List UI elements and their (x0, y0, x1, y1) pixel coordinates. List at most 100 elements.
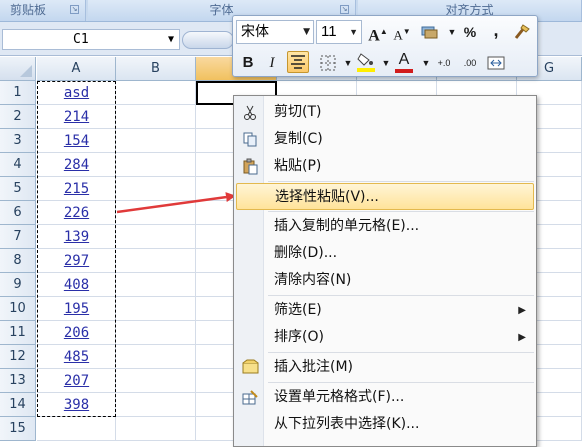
accounting-format-button[interactable] (419, 21, 441, 43)
increase-decimal-icon: +.0 (437, 58, 451, 68)
comment-icon (242, 359, 259, 376)
row-header[interactable]: 14 (0, 393, 36, 417)
cell[interactable] (116, 153, 196, 177)
menu-item[interactable]: 复制(C) (236, 126, 534, 153)
select-all-button[interactable] (0, 57, 36, 81)
font-name-select[interactable]: 宋体 ▼ (236, 20, 314, 44)
cell[interactable] (116, 345, 196, 369)
cell[interactable] (116, 417, 196, 441)
shrink-font-button[interactable]: A▼ (391, 21, 413, 43)
cell[interactable] (116, 105, 196, 129)
cell-a-value[interactable]: 139 (37, 225, 116, 249)
ribbon-group-clipboard[interactable]: 剪贴板 ↘ (0, 0, 86, 21)
menu-separator (268, 352, 534, 353)
comma-icon: , (493, 20, 499, 40)
italic-button[interactable]: I (261, 52, 283, 74)
cell[interactable] (116, 321, 196, 345)
cell-a-value[interactable]: 207 (37, 369, 116, 393)
chevron-down-icon[interactable]: ▼ (349, 21, 358, 43)
row-header[interactable]: 4 (0, 153, 36, 177)
menu-item-label: 插入复制的单元格(E)... (274, 218, 420, 234)
cell[interactable] (116, 393, 196, 417)
align-center-icon (291, 55, 305, 69)
center-align-button[interactable] (287, 51, 309, 73)
menu-item-label: 排序(O) (274, 329, 324, 345)
cell[interactable] (116, 129, 196, 153)
cell-a-value[interactable]: asd (37, 81, 116, 105)
scissors-icon (242, 104, 259, 121)
chevron-down-icon[interactable]: ▼ (303, 21, 310, 43)
cell[interactable] (116, 249, 196, 273)
cell[interactable] (37, 417, 116, 441)
font-color-icon: A (398, 51, 410, 68)
cell-a-value[interactable]: 195 (37, 297, 116, 321)
menu-separator (268, 295, 534, 296)
font-color-button[interactable]: A (393, 49, 415, 73)
merge-center-button[interactable] (485, 52, 507, 74)
cell[interactable] (116, 201, 196, 225)
cell[interactable] (116, 297, 196, 321)
menu-item-label: 设置单元格格式(F)... (274, 389, 405, 405)
cell[interactable] (116, 177, 196, 201)
cell-a-value[interactable]: 226 (37, 201, 116, 225)
menu-item[interactable]: 插入复制的单元格(E)... (236, 213, 534, 240)
menu-item[interactable]: 删除(D)... (236, 240, 534, 267)
bold-button[interactable]: B (237, 52, 259, 74)
menu-item[interactable]: 清除内容(N) (236, 267, 534, 294)
cell-a-value[interactable]: 154 (37, 129, 116, 153)
column-header-b[interactable]: B (116, 57, 196, 81)
decrease-decimal-button[interactable]: .00 (459, 52, 481, 74)
menu-item[interactable]: 从下拉列表中选择(K)... (236, 411, 534, 438)
row-header[interactable]: 12 (0, 345, 36, 369)
menu-item[interactable]: 剪切(T) (236, 99, 534, 126)
row-header[interactable]: 7 (0, 225, 36, 249)
increase-decimal-button[interactable]: +.0 (433, 52, 455, 74)
row-header[interactable]: 9 (0, 273, 36, 297)
cell[interactable] (116, 369, 196, 393)
cell-a-value[interactable]: 485 (37, 345, 116, 369)
cell-a-value[interactable]: 206 (37, 321, 116, 345)
row-header[interactable]: 13 (0, 369, 36, 393)
menu-item[interactable]: 筛选(E) ▶ (236, 297, 534, 324)
column-header-a[interactable]: A (37, 57, 116, 81)
row-header[interactable]: 1 (0, 81, 36, 105)
cell[interactable] (116, 81, 196, 105)
percent-style-button[interactable]: % (459, 21, 481, 43)
cell[interactable] (116, 225, 196, 249)
cell-a-value[interactable]: 408 (37, 273, 116, 297)
row-header[interactable]: 8 (0, 249, 36, 273)
row-header[interactable]: 3 (0, 129, 36, 153)
font-size-select[interactable]: 11 ▼ (316, 20, 362, 44)
cell-a-value[interactable]: 297 (37, 249, 116, 273)
format-painter-button[interactable] (511, 21, 533, 43)
menu-item[interactable]: 选择性粘贴(V)... (236, 183, 534, 210)
cell-a-value[interactable]: 398 (37, 393, 116, 417)
row-header[interactable]: 5 (0, 177, 36, 201)
menu-item[interactable]: 插入批注(M) (236, 354, 534, 381)
cell-a-value[interactable]: 284 (37, 153, 116, 177)
menu-item[interactable]: 粘贴(P) (236, 153, 534, 180)
menu-item[interactable]: 设置单元格格式(F)... (236, 384, 534, 411)
menu-item-label: 复制(C) (274, 131, 323, 147)
chevron-down-icon[interactable]: ▼ (168, 30, 174, 49)
row-header[interactable]: 11 (0, 321, 36, 345)
percent-icon: % (463, 24, 477, 40)
cell[interactable] (116, 273, 196, 297)
row-header[interactable]: 10 (0, 297, 36, 321)
menu-item[interactable]: 排序(O) ▶ (236, 324, 534, 351)
fill-color-button[interactable] (355, 50, 377, 72)
cell-a-value[interactable]: 214 (37, 105, 116, 129)
name-box[interactable]: C1 ▼ (2, 29, 180, 50)
cell-a-value[interactable]: 215 (37, 177, 116, 201)
row-header[interactable]: 6 (0, 201, 36, 225)
row-header[interactable]: 2 (0, 105, 36, 129)
borders-button[interactable] (317, 52, 339, 74)
merge-cells-icon (487, 56, 505, 70)
dialog-launcher-icon[interactable]: ↘ (70, 5, 79, 14)
comma-style-button[interactable]: , (485, 19, 507, 41)
dialog-launcher-icon[interactable]: ↘ (340, 5, 349, 14)
formula-bar-splitter[interactable] (182, 31, 234, 49)
menu-item-label: 删除(D)... (274, 245, 338, 261)
row-header[interactable]: 15 (0, 417, 36, 441)
grow-font-button[interactable]: A▲ (367, 21, 389, 44)
